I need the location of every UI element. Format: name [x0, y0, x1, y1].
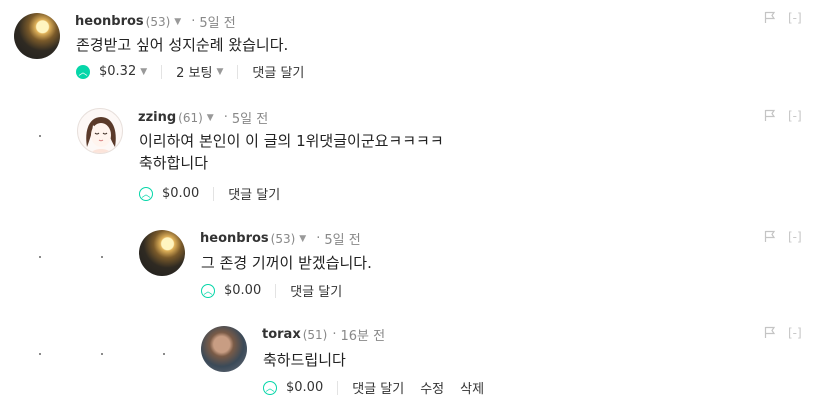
upvote-button[interactable]: ︿ [263, 380, 277, 395]
reply-button[interactable]: 댓글 달기 [290, 281, 342, 300]
comment-header: torax (51) · 16분 전 [262, 325, 385, 344]
reply-button[interactable]: 댓글 달기 [352, 378, 404, 397]
comment-header: zzing (61) ▼ · 5일 전 [138, 108, 268, 127]
author-name[interactable]: zzing [138, 110, 176, 125]
comment-body: 존경받고 싶어 성지순례 왔습니다. [76, 34, 288, 56]
thread-guide-dot [101, 353, 103, 355]
author-name[interactable]: heonbros [75, 14, 144, 29]
comment-header: heonbros (53) ▼ · 5일 전 [200, 229, 361, 248]
reply-button[interactable]: 댓글 달기 [252, 62, 304, 81]
author-reputation: (53) [270, 231, 296, 246]
user-avatar[interactable] [139, 230, 185, 276]
flag-icon[interactable] [764, 326, 776, 342]
upvote-button[interactable]: ︿ [139, 186, 153, 201]
comment-header: heonbros (53) ▼ · 5일 전 [75, 12, 236, 31]
author-menu-caret-icon[interactable]: ▼ [174, 17, 181, 27]
collapse-button[interactable]: [-] [788, 109, 802, 123]
author-menu-caret-icon[interactable]: ▼ [207, 113, 214, 123]
divider [161, 64, 163, 79]
comment-footer: ︿ $0.32 ▼ 2 보팅 ▼ 댓글 달기 [76, 62, 304, 81]
payout-value[interactable]: $0.00 [162, 186, 199, 201]
comment-time[interactable]: 5일 전 [232, 108, 268, 127]
author-name[interactable]: heonbros [200, 231, 269, 246]
comment-footer: ︿ $0.00 댓글 달기 수정 삭제 [263, 378, 484, 397]
flag-icon[interactable] [764, 11, 776, 27]
divider [337, 380, 339, 395]
chevron-up-icon: ︿ [78, 68, 88, 78]
upvote-button[interactable]: ︿ [76, 64, 90, 79]
divider [237, 64, 239, 79]
thread-guide-dot [39, 256, 41, 258]
comment-body-line: 축하합니다 [139, 154, 209, 172]
vote-caret-icon[interactable]: ▼ [216, 67, 223, 77]
author-reputation: (53) [145, 14, 171, 29]
comment-footer: ︿ $0.00 댓글 달기 [201, 281, 342, 300]
edit-button[interactable]: 수정 [420, 378, 444, 397]
collapse-button[interactable]: [-] [788, 11, 802, 25]
collapse-button[interactable]: [-] [788, 230, 802, 244]
thread-guide-dot [39, 353, 41, 355]
flag-icon[interactable] [764, 230, 776, 246]
user-avatar[interactable] [14, 13, 60, 59]
comment-time[interactable]: 5일 전 [199, 12, 235, 31]
separator-dot: · [316, 231, 321, 246]
comment-time[interactable]: 5일 전 [324, 229, 360, 248]
comment-body-line: 존경받고 싶어 성지순례 왔습니다. [76, 36, 289, 54]
vote-count[interactable]: 2 보팅 [176, 62, 212, 81]
payout-caret-icon[interactable]: ▼ [140, 67, 147, 77]
comment-time[interactable]: 16분 전 [341, 325, 386, 344]
chevron-up-icon: ︿ [265, 384, 275, 394]
comment-body-line: 그 존경 기꺼이 받겠습니다. [201, 254, 372, 272]
author-name[interactable]: torax [262, 327, 301, 342]
author-reputation: (51) [302, 327, 328, 342]
reply-button[interactable]: 댓글 달기 [228, 184, 280, 203]
thread-guide-dot [101, 256, 103, 258]
delete-button[interactable]: 삭제 [460, 378, 484, 397]
payout-value[interactable]: $0.32 [99, 64, 136, 79]
thread-guide-dot [39, 135, 41, 137]
upvote-button[interactable]: ︿ [201, 283, 215, 298]
author-menu-caret-icon[interactable]: ▼ [299, 234, 306, 244]
separator-dot: · [332, 327, 337, 342]
comment-body: 축하드립니다 [263, 349, 346, 371]
payout-value[interactable]: $0.00 [224, 283, 261, 298]
divider [275, 283, 277, 298]
author-reputation: (61) [178, 110, 203, 125]
divider [213, 186, 215, 201]
flag-icon[interactable] [764, 109, 776, 125]
thread-guide-dot [163, 353, 165, 355]
chevron-up-icon: ︿ [141, 190, 151, 200]
comment-footer: ︿ $0.00 댓글 달기 [139, 184, 280, 203]
comment-body: 그 존경 기꺼이 받겠습니다. [201, 252, 372, 274]
chevron-up-icon: ︿ [203, 287, 213, 297]
comment-body-line: 축하드립니다 [263, 351, 346, 369]
separator-dot: · [191, 14, 196, 29]
comment-body: 이리하여 본인이 이 글의 1위댓글이군요ㅋㅋㅋㅋ 축하합니다 [139, 130, 444, 174]
separator-dot: · [223, 110, 228, 125]
user-avatar[interactable] [201, 326, 247, 372]
comment-body-line: 이리하여 본인이 이 글의 1위댓글이군요ㅋㅋㅋㅋ [139, 132, 444, 150]
payout-value[interactable]: $0.00 [286, 380, 323, 395]
collapse-button[interactable]: [-] [788, 326, 802, 340]
user-avatar[interactable] [77, 108, 123, 154]
